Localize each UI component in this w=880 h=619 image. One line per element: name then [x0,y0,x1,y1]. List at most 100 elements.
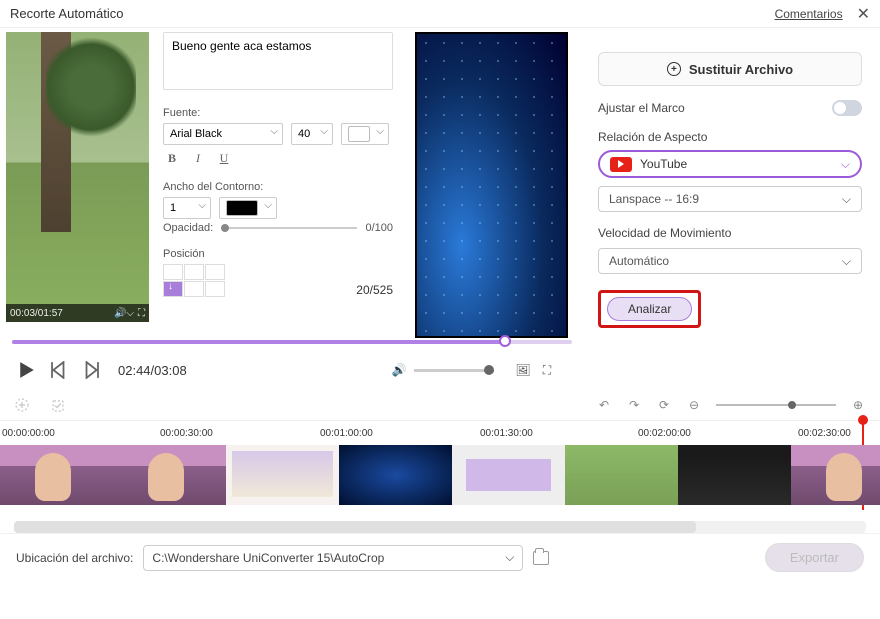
clip-thumb[interactable] [565,445,678,505]
volume-control: 🔊 🖼 ⛶ [390,361,556,379]
chevron-down-icon: ⌵ [505,550,514,565]
font-color-select[interactable] [341,123,389,145]
undo-icon[interactable]: ↶ [596,397,612,413]
youtube-icon [610,157,632,172]
volume-slider[interactable] [414,369,494,372]
timeline-thumbs[interactable] [0,445,880,515]
chevron-down-icon: ⌵ [842,192,851,207]
source-video-preview[interactable]: 00:03/01:57 🔊⌵ ⛶ [6,32,149,322]
tool-row-left [14,397,66,413]
clip-thumb[interactable] [678,445,791,505]
expand-icon[interactable]: ⛶ [138,308,145,319]
speed-select[interactable]: Automático ⌵ [598,248,862,274]
output-path-select[interactable]: C:\Wondershare UniConverter 15\AutoCrop … [143,545,523,571]
export-button[interactable]: Exportar [765,543,864,572]
footer: Ubicación del archivo: C:\Wondershare Un… [0,533,880,581]
titlebar-actions: Comentarios ✕ [775,4,870,24]
text-panel: Bueno gente aca estamos Fuente: Arial Bl… [157,32,407,332]
chevron-down-icon: ⌵ [842,254,851,269]
position-row: 20/525 [163,260,393,297]
tool-row: ↶ ↷ ⟳ ⊖ ⊕ [0,390,880,420]
add-marker-icon[interactable] [14,397,30,413]
zoom-slider[interactable] [716,404,836,406]
clip-thumb[interactable] [0,445,113,505]
opacity-slider[interactable] [221,227,357,229]
analyze-button[interactable]: Analizar [607,297,692,321]
replace-file-label: Sustituir Archivo [689,62,793,77]
aspect-label: Relación de Aspecto [598,130,862,144]
speed-label: Velocidad de Movimiento [598,226,862,240]
timeline-scrollbar[interactable] [14,521,866,533]
titlebar: Recorte Automático Comentarios ✕ [0,0,880,28]
settings-panel: + Sustituir Archivo Ajustar el Marco Rel… [580,28,880,390]
timeline: 00:00:00:00 00:00:30:00 00:01:00:00 00:0… [0,420,880,533]
time-mark: 00:00:00:00 [2,428,55,439]
snapshot-icon[interactable]: 🖼 [514,361,532,379]
window-title: Recorte Automático [10,6,123,21]
font-size-select[interactable]: 40 [291,123,333,145]
frame-adjust-toggle[interactable] [832,100,862,116]
main-area: 00:03/01:57 🔊⌵ ⛶ Bueno gente aca estamos… [0,28,880,390]
redo-icon[interactable]: ↷ [626,397,642,413]
output-path-label: Ubicación del archivo: [16,551,133,565]
font-family-select[interactable]: Arial Black [163,123,283,145]
aspect-source-value: YouTube [640,157,687,171]
time-ruler[interactable]: 00:00:00:00 00:00:30:00 00:01:00:00 00:0… [0,421,880,445]
position-label: Posición [163,248,401,260]
play-button[interactable] [18,361,36,379]
fullscreen-icon[interactable]: ⛶ [538,361,556,379]
source-mini-icons: 🔊⌵ ⛶ [114,308,145,319]
next-frame-button[interactable] [82,361,100,379]
aspect-source-select[interactable]: YouTube ⌵ [598,150,862,178]
position-value: 20/525 [356,283,393,297]
font-controls: Arial Black 40 [163,123,401,145]
opacity-row: Opacidad: 0/100 [163,222,393,234]
comments-link[interactable]: Comentarios [775,7,843,21]
refresh-icon[interactable]: ⟳ [656,397,672,413]
clip-thumb[interactable] [226,445,339,505]
outline-label: Ancho del Contorno: [163,181,401,193]
tool-row-right: ↶ ↷ ⟳ ⊖ ⊕ [596,397,866,413]
analyze-highlight: Analizar [598,290,701,328]
zoom-out-icon[interactable]: ⊖ [686,397,702,413]
time-mark: 00:02:00:00 [638,428,691,439]
output-video-preview[interactable] [415,32,568,338]
time-mark: 00:01:30:00 [480,428,533,439]
italic-button[interactable]: I [189,149,207,167]
clip-thumb[interactable] [452,445,565,505]
aspect-ratio-value: Lanspace -- 16:9 [609,192,699,206]
speed-value: Automático [609,254,669,268]
zoom-in-icon[interactable]: ⊕ [850,397,866,413]
delete-icon[interactable] [50,397,66,413]
outline-width-select[interactable]: 1 [163,197,211,219]
time-mark: 00:01:00:00 [320,428,373,439]
replace-file-button[interactable]: + Sustituir Archivo [598,52,862,86]
browse-folder-icon[interactable] [533,551,549,565]
underline-button[interactable]: U [215,149,233,167]
clip-thumb[interactable] [113,445,226,505]
seek-bar[interactable] [12,336,572,346]
opacity-label: Opacidad: [163,222,213,234]
volume-icon[interactable]: 🔊 [390,361,408,379]
player-controls: 02:44/03:08 🔊 🖼 ⛶ [6,348,568,392]
source-mini-bar: 00:03/01:57 🔊⌵ ⛶ [6,304,149,322]
prev-frame-button[interactable] [50,361,68,379]
position-grid[interactable] [163,264,225,297]
font-label: Fuente: [163,107,401,119]
frame-adjust-row: Ajustar el Marco [598,100,862,116]
clip-thumb[interactable] [339,445,452,505]
output-path-value: C:\Wondershare UniConverter 15\AutoCrop [152,551,384,565]
volume-icon[interactable]: 🔊⌵ [114,308,134,319]
aspect-ratio-select[interactable]: Lanspace -- 16:9 ⌵ [598,186,862,212]
preview-column: 00:03/01:57 🔊⌵ ⛶ Bueno gente aca estamos… [0,28,580,390]
font-style-row: B I U [163,149,401,167]
outline-color-select[interactable] [219,197,277,219]
player-time: 02:44/03:08 [118,363,187,378]
time-mark: 00:00:30:00 [160,428,213,439]
preview-wrap: 00:03/01:57 🔊⌵ ⛶ Bueno gente aca estamos… [6,32,568,332]
caption-text-input[interactable]: Bueno gente aca estamos [163,32,393,90]
close-icon[interactable]: ✕ [857,4,870,24]
opacity-value: 0/100 [365,222,393,234]
bold-button[interactable]: B [163,149,181,167]
clip-thumb[interactable] [791,445,880,505]
